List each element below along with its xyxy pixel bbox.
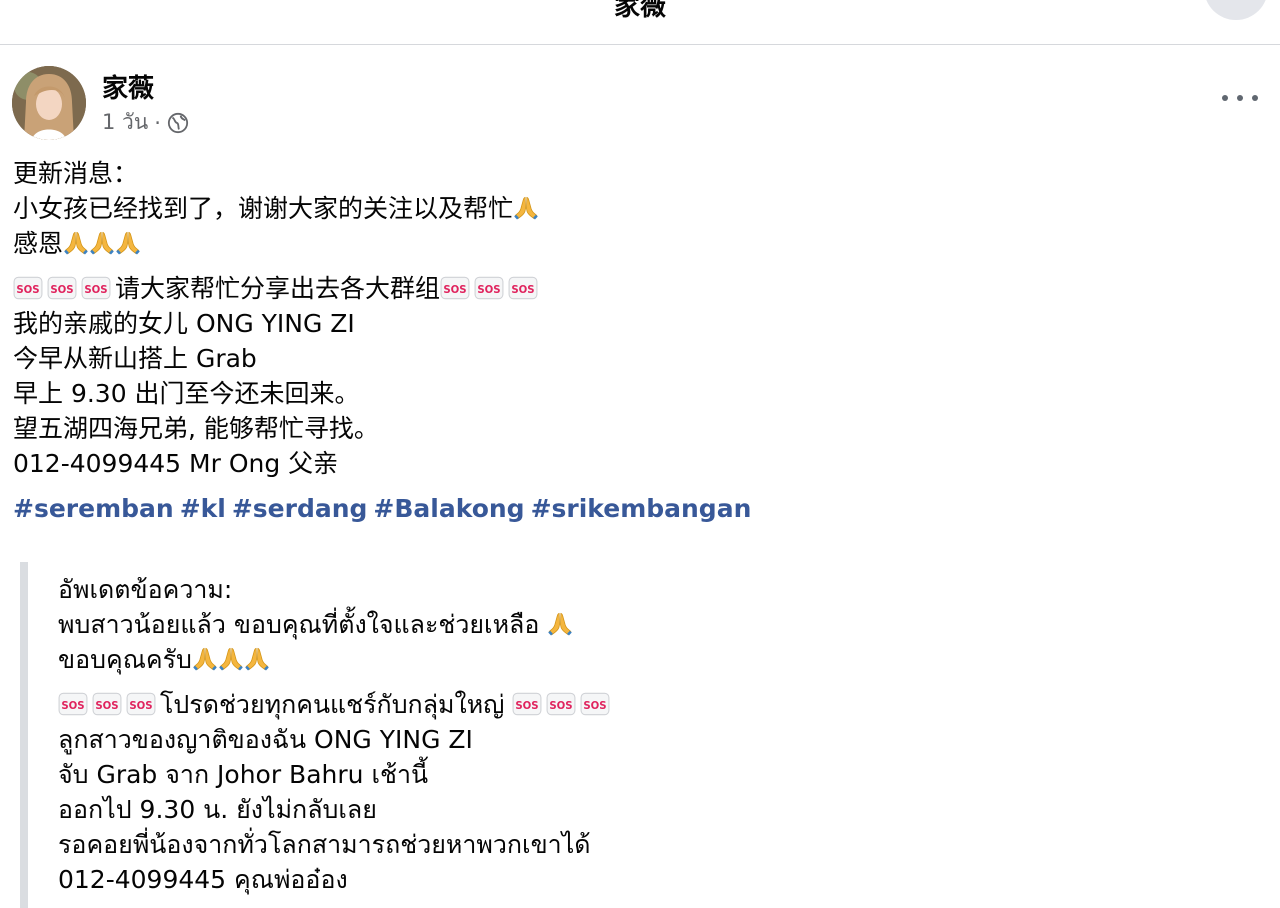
sos-emoji-icon xyxy=(546,691,576,717)
sos-emoji-icon xyxy=(13,275,43,301)
sos-emoji-icon xyxy=(474,275,504,301)
translation-body-line: รอคอยพี่น้องจากทั่วโลกสามารถช่วยหาพวกเขา… xyxy=(58,830,591,859)
body-line: 我的亲戚的女儿 ONG YING ZI xyxy=(13,309,355,338)
hashtag-row: #seremban #kl #serdang #Balakong #srikembang… xyxy=(13,491,1263,526)
post-text: 更新消息： 小女孩已经找到了，谢谢大家的关注以及帮忙 感恩 请大家帮忙分享出去各… xyxy=(13,156,1263,526)
translation-share-request: โปรดช่วยทุกคนแชร์กับกลุ่มใหญ่ xyxy=(160,690,505,719)
sos-emoji-icon xyxy=(580,691,610,717)
sos-emoji-icon xyxy=(440,275,470,301)
author-name[interactable]: 家薇 xyxy=(102,68,154,105)
body-line: 012-4099445 Mr Ong 父亲 xyxy=(13,449,339,478)
sos-emoji-icon xyxy=(126,691,156,717)
top-bar: 家薇 xyxy=(0,0,1280,45)
translation-body-line: ออกไป 9.30 น. ยังไม่กลับเลย xyxy=(58,795,377,824)
translation-missing-paragraph: โปรดช่วยทุกคนแชร์กับกลุ่มใหญ่ ลูกสาวของญ… xyxy=(58,687,1260,897)
sos-emoji-icon xyxy=(508,275,538,301)
body-line: 早上 9.30 出门至今还未回来。 xyxy=(13,379,360,408)
translation-body-line: ลูกสาวของญาติของฉัน ONG YING ZI xyxy=(58,725,473,754)
pray-emoji-icon xyxy=(244,646,270,672)
pray-emoji-icon xyxy=(63,230,89,256)
hashtag-link[interactable]: #srikembangan xyxy=(531,494,752,523)
top-bar-title: 家薇 xyxy=(613,0,667,22)
sos-emoji-icon xyxy=(58,691,88,717)
update-line: 小女孩已经找到了，谢谢大家的关注以及帮忙 xyxy=(13,194,514,223)
sos-emoji-icon xyxy=(47,275,77,301)
pray-emoji-icon xyxy=(89,230,115,256)
share-request: 请大家帮忙分享出去各大群组 xyxy=(115,274,441,303)
more-options-button[interactable] xyxy=(1222,86,1258,110)
pray-emoji-icon xyxy=(115,230,141,256)
body-line: 望五湖四海兄弟, 能够帮忙寻找。 xyxy=(13,414,379,443)
meta-separator: · xyxy=(154,110,161,135)
update-label: 更新消息： xyxy=(13,159,139,188)
hashtag-link[interactable]: #seremban xyxy=(13,494,174,523)
post-meta: 1 วัน · xyxy=(102,106,189,139)
translation-update-line: พบสาวน้อยแล้ว ขอบคุณที่ตั้งใจและช่วยเหลื… xyxy=(58,610,540,639)
pray-emoji-icon xyxy=(192,646,218,672)
hashtag-link[interactable]: #kl xyxy=(180,494,226,523)
translation-body-line: จับ Grab จาก Johor Bahru เช้านี้ xyxy=(58,760,429,789)
sos-emoji-icon xyxy=(81,275,111,301)
pray-emoji-icon xyxy=(513,195,539,221)
body-line: 今早从新山搭上 Grab xyxy=(13,344,257,373)
post-timestamp[interactable]: 1 วัน xyxy=(102,106,148,139)
hashtag-link[interactable]: #Balakong xyxy=(373,494,524,523)
post-header: 家薇 1 วัน · xyxy=(12,66,1268,146)
avatar[interactable] xyxy=(12,66,86,140)
translation-update-paragraph: อัพเดตข้อความ: พบสาวน้อยแล้ว ขอบคุณที่ตั… xyxy=(58,572,1260,677)
thanks-text: 感恩 xyxy=(13,229,64,258)
translation-body-line: 012-4099445 คุณพ่ออ๋อง xyxy=(58,865,348,894)
hashtag-link[interactable]: #serdang xyxy=(232,494,368,523)
more-icon xyxy=(1222,95,1228,101)
pray-emoji-icon xyxy=(218,646,244,672)
sos-emoji-icon xyxy=(92,691,122,717)
translation-thanks: ขอบคุณครับ xyxy=(58,645,192,674)
sos-emoji-icon xyxy=(512,691,542,717)
update-paragraph: 更新消息： 小女孩已经找到了，谢谢大家的关注以及帮忙 感恩 xyxy=(13,156,1263,261)
globe-icon xyxy=(167,112,189,134)
translation-quote: อัพเดตข้อความ: พบสาวน้อยแล้ว ขอบคุณที่ตั… xyxy=(20,562,1260,908)
pray-emoji-icon xyxy=(547,611,573,637)
missing-paragraph: 请大家帮忙分享出去各大群组 我的亲戚的女儿 ONG YING ZI 今早从新山搭… xyxy=(13,271,1263,481)
translation-update-label: อัพเดตข้อความ: xyxy=(58,575,233,604)
top-bar-button[interactable] xyxy=(1204,0,1268,20)
